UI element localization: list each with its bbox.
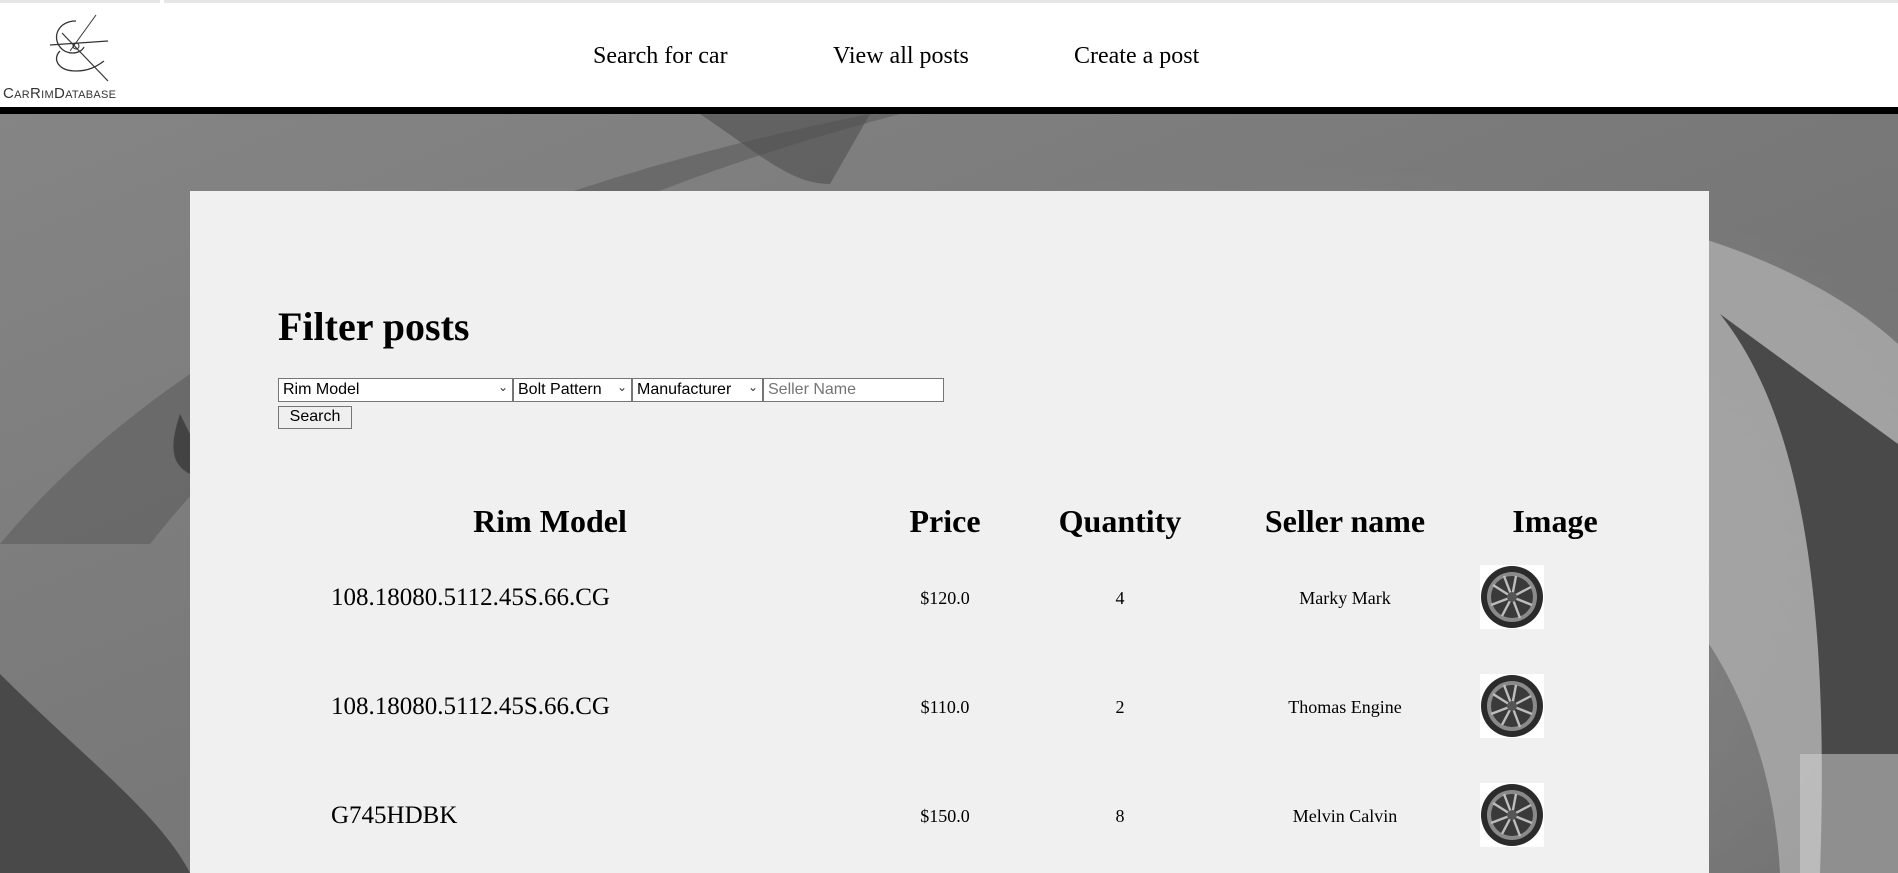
nav-create-a-post[interactable]: Create a post	[1074, 43, 1199, 70]
header-rim-model: Rim Model	[473, 503, 627, 539]
chevron-down-icon: ⌄	[747, 380, 758, 394]
rim-model-select[interactable]: Rim Model ⌄	[278, 378, 513, 402]
manufacturer-select-value: Manufacturer	[637, 381, 732, 398]
row-price: $110.0	[920, 697, 970, 717]
logo[interactable]: CarRimDatabase	[0, 9, 162, 102]
site-header: CarRimDatabase Search for car View all p…	[0, 3, 1898, 107]
row-rim-model: 108.18080.5112.45S.66.CG	[331, 693, 610, 720]
rim-image-icon[interactable]	[1480, 674, 1544, 738]
nav-view-all-posts[interactable]: View all posts	[833, 43, 969, 70]
filter-panel: Filter posts Rim Model ⌄ Bolt Pattern ⌄ …	[190, 191, 1709, 873]
seller-name-input[interactable]	[763, 378, 944, 402]
search-button[interactable]: Search	[278, 406, 352, 429]
row-quantity: 4	[1115, 588, 1125, 608]
row-quantity: 8	[1115, 806, 1125, 826]
row-price: $150.0	[920, 806, 970, 826]
row-rim-model: 108.18080.5112.45S.66.CG	[331, 584, 610, 611]
bolt-pattern-select-value: Bolt Pattern	[518, 381, 602, 398]
row-rim-model: G745HDBK	[331, 802, 458, 829]
row-price: $120.0	[920, 588, 970, 608]
nav-search-for-car[interactable]: Search for car	[593, 43, 728, 70]
header-divider	[0, 107, 1898, 114]
row-seller: Thomas Engine	[1288, 697, 1402, 717]
manufacturer-select[interactable]: Manufacturer ⌄	[632, 378, 763, 402]
page-title: Filter posts	[278, 304, 470, 349]
chevron-down-icon: ⌄	[497, 380, 508, 394]
rim-model-select-value: Rim Model	[283, 381, 360, 398]
header-quantity: Quantity	[1058, 503, 1182, 539]
header-image: Image	[1512, 503, 1598, 539]
chevron-down-icon: ⌄	[616, 380, 627, 394]
row-quantity: 2	[1115, 697, 1125, 717]
rim-image-icon[interactable]	[1480, 783, 1544, 847]
logo-text: CarRimDatabase	[3, 85, 117, 102]
bolt-pattern-select[interactable]: Bolt Pattern ⌄	[513, 378, 632, 402]
row-seller: Melvin Calvin	[1292, 806, 1398, 826]
row-seller: Marky Mark	[1299, 588, 1391, 608]
rim-image-icon[interactable]	[1480, 565, 1544, 629]
header-price: Price	[909, 503, 981, 539]
header-seller-name: Seller name	[1264, 503, 1426, 539]
